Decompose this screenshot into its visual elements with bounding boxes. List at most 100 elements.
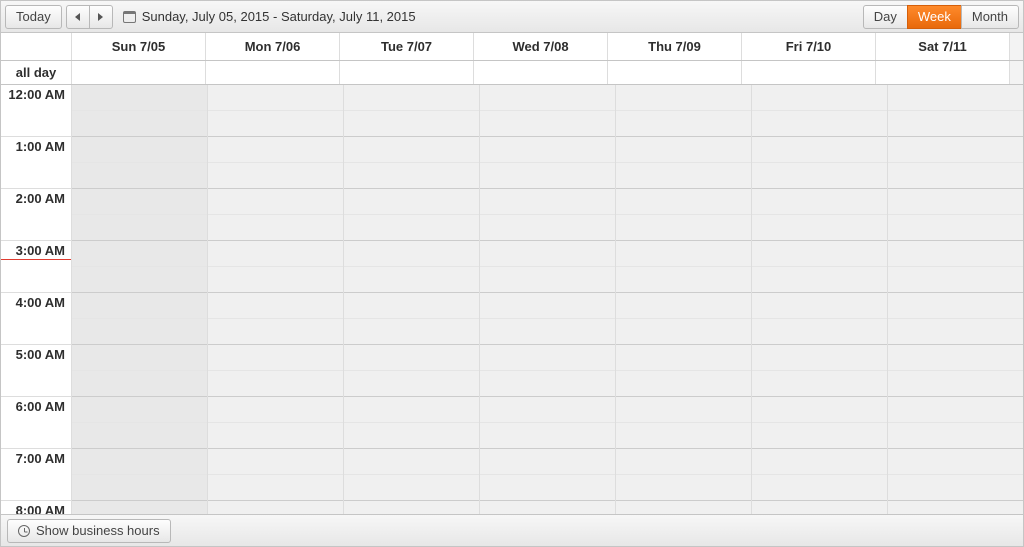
time-slot[interactable] bbox=[208, 137, 343, 163]
time-slot[interactable] bbox=[480, 189, 615, 215]
day-header[interactable]: Thu 7/09 bbox=[607, 33, 741, 60]
time-slot[interactable] bbox=[480, 293, 615, 319]
time-slot[interactable] bbox=[208, 449, 343, 475]
all-day-cell[interactable] bbox=[607, 61, 741, 84]
time-slot[interactable] bbox=[752, 241, 887, 267]
time-slot[interactable] bbox=[344, 423, 479, 449]
time-slot[interactable] bbox=[480, 111, 615, 137]
time-slot[interactable] bbox=[72, 293, 207, 319]
time-slot[interactable] bbox=[208, 189, 343, 215]
time-slot[interactable] bbox=[344, 215, 479, 241]
time-slot[interactable] bbox=[480, 267, 615, 293]
time-slot[interactable] bbox=[752, 85, 887, 111]
time-slot[interactable] bbox=[208, 345, 343, 371]
time-slot[interactable] bbox=[752, 137, 887, 163]
time-slot[interactable] bbox=[616, 449, 751, 475]
time-slot[interactable] bbox=[480, 215, 615, 241]
all-day-cell[interactable] bbox=[473, 61, 607, 84]
time-slot[interactable] bbox=[480, 319, 615, 345]
time-slot[interactable] bbox=[752, 449, 887, 475]
time-slot[interactable] bbox=[72, 397, 207, 423]
time-slot[interactable] bbox=[888, 85, 1023, 111]
time-slot[interactable] bbox=[480, 475, 615, 501]
time-slot[interactable] bbox=[616, 501, 751, 514]
time-slot[interactable] bbox=[72, 85, 207, 111]
time-slot[interactable] bbox=[752, 267, 887, 293]
time-slot[interactable] bbox=[480, 163, 615, 189]
time-slot[interactable] bbox=[752, 215, 887, 241]
time-slot[interactable] bbox=[72, 189, 207, 215]
time-slot[interactable] bbox=[344, 449, 479, 475]
day-header[interactable]: Fri 7/10 bbox=[741, 33, 875, 60]
time-slot[interactable] bbox=[616, 111, 751, 137]
day-header[interactable]: Tue 7/07 bbox=[339, 33, 473, 60]
time-slot[interactable] bbox=[752, 319, 887, 345]
time-slot[interactable] bbox=[888, 423, 1023, 449]
time-slot[interactable] bbox=[208, 423, 343, 449]
time-slot[interactable] bbox=[752, 475, 887, 501]
time-slot[interactable] bbox=[208, 163, 343, 189]
time-slot[interactable] bbox=[344, 137, 479, 163]
time-slot[interactable] bbox=[72, 475, 207, 501]
time-slot[interactable] bbox=[616, 319, 751, 345]
time-slot[interactable] bbox=[480, 449, 615, 475]
view-week-button[interactable]: Week bbox=[907, 5, 962, 29]
time-slot[interactable] bbox=[616, 293, 751, 319]
all-day-cell[interactable] bbox=[741, 61, 875, 84]
time-slot[interactable] bbox=[752, 163, 887, 189]
time-slot[interactable] bbox=[208, 85, 343, 111]
view-month-button[interactable]: Month bbox=[961, 5, 1019, 29]
time-slot[interactable] bbox=[72, 163, 207, 189]
time-slot[interactable] bbox=[72, 215, 207, 241]
time-slot[interactable] bbox=[752, 111, 887, 137]
time-slot[interactable] bbox=[208, 475, 343, 501]
time-slot[interactable] bbox=[752, 293, 887, 319]
day-header[interactable]: Mon 7/06 bbox=[205, 33, 339, 60]
time-slot[interactable] bbox=[888, 241, 1023, 267]
time-slot[interactable] bbox=[344, 501, 479, 514]
time-slot[interactable] bbox=[208, 501, 343, 514]
time-slot[interactable] bbox=[208, 241, 343, 267]
time-slot[interactable] bbox=[616, 475, 751, 501]
time-slot[interactable] bbox=[344, 111, 479, 137]
time-slot[interactable] bbox=[344, 267, 479, 293]
day-header[interactable]: Sun 7/05 bbox=[71, 33, 205, 60]
time-slot[interactable] bbox=[888, 293, 1023, 319]
time-slot[interactable] bbox=[72, 241, 207, 267]
time-slot[interactable] bbox=[72, 449, 207, 475]
all-day-cell[interactable] bbox=[205, 61, 339, 84]
date-range-picker[interactable]: Sunday, July 05, 2015 - Saturday, July 1… bbox=[123, 9, 416, 24]
time-slot[interactable] bbox=[752, 501, 887, 514]
time-slot[interactable] bbox=[480, 85, 615, 111]
time-slot[interactable] bbox=[344, 293, 479, 319]
time-slot[interactable] bbox=[344, 163, 479, 189]
time-slot[interactable] bbox=[480, 501, 615, 514]
time-slot[interactable] bbox=[888, 137, 1023, 163]
time-slot[interactable] bbox=[72, 111, 207, 137]
time-slot[interactable] bbox=[752, 397, 887, 423]
time-slot[interactable] bbox=[72, 319, 207, 345]
time-slot[interactable] bbox=[888, 267, 1023, 293]
time-slot[interactable] bbox=[888, 475, 1023, 501]
time-slot[interactable] bbox=[888, 501, 1023, 514]
today-button[interactable]: Today bbox=[5, 5, 62, 29]
time-slot[interactable] bbox=[72, 423, 207, 449]
time-slot[interactable] bbox=[888, 319, 1023, 345]
prev-button[interactable] bbox=[66, 5, 90, 29]
day-header[interactable]: Sat 7/11 bbox=[875, 33, 1009, 60]
all-day-cell[interactable] bbox=[875, 61, 1009, 84]
time-slot[interactable] bbox=[616, 189, 751, 215]
all-day-cell[interactable] bbox=[71, 61, 205, 84]
time-slot[interactable] bbox=[752, 371, 887, 397]
time-slot[interactable] bbox=[208, 267, 343, 293]
day-header[interactable]: Wed 7/08 bbox=[473, 33, 607, 60]
time-slot[interactable] bbox=[480, 423, 615, 449]
time-slot[interactable] bbox=[888, 189, 1023, 215]
time-slot[interactable] bbox=[888, 111, 1023, 137]
time-slot[interactable] bbox=[72, 345, 207, 371]
time-slot[interactable] bbox=[480, 241, 615, 267]
time-slot[interactable] bbox=[888, 215, 1023, 241]
time-slot[interactable] bbox=[480, 137, 615, 163]
time-slot[interactable] bbox=[616, 163, 751, 189]
time-slot[interactable] bbox=[208, 319, 343, 345]
